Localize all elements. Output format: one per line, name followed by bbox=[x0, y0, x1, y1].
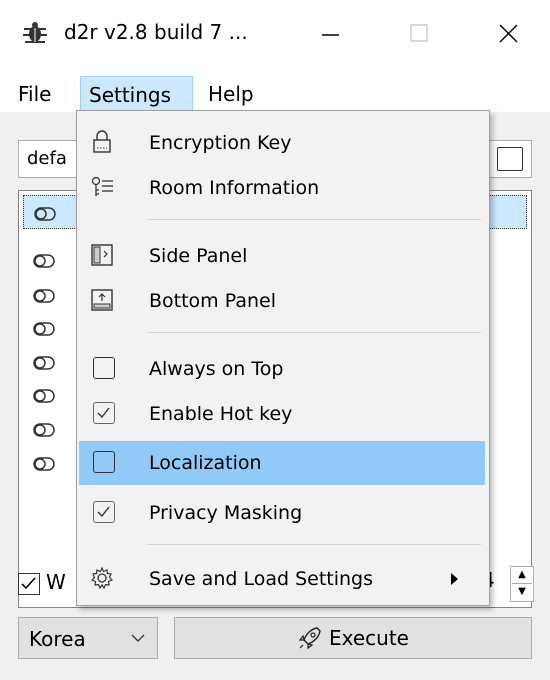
region-select[interactable]: Korea bbox=[18, 617, 158, 659]
menu-settings[interactable]: Settings bbox=[80, 76, 193, 112]
toggle-icon[interactable] bbox=[33, 457, 55, 471]
menu-separator bbox=[147, 332, 481, 333]
menu-item-save-load-settings[interactable]: Save and Load Settings bbox=[79, 557, 485, 601]
menu-item-label: Encryption Key bbox=[149, 132, 292, 154]
check-icon bbox=[93, 501, 115, 523]
maximize-button[interactable] bbox=[389, 10, 449, 56]
bottom-checkbox-label: W bbox=[46, 570, 66, 594]
menu-item-room-information[interactable]: Room Information bbox=[79, 166, 485, 210]
menu-item-always-on-top[interactable]: Always on Top bbox=[79, 347, 485, 391]
settings-dropdown: Encryption Key Room Information Side Pan… bbox=[76, 110, 490, 606]
side-panel-icon bbox=[91, 244, 113, 266]
toggle-icon[interactable] bbox=[33, 254, 55, 268]
maximize-icon bbox=[410, 24, 428, 42]
minimize-icon bbox=[322, 34, 339, 36]
profile-combo-value: defa bbox=[27, 148, 67, 169]
menu-item-enable-hot-key[interactable]: Enable Hot key bbox=[79, 392, 485, 436]
menu-item-encryption-key[interactable]: Encryption Key bbox=[79, 121, 485, 165]
menu-item-localization[interactable]: Localization bbox=[79, 441, 485, 485]
close-icon bbox=[499, 24, 518, 43]
menu-item-label: Room Information bbox=[149, 177, 320, 199]
menu-item-label: Localization bbox=[149, 452, 262, 474]
menu-bar: File Settings Help bbox=[0, 66, 550, 112]
toggle-icon[interactable] bbox=[33, 423, 55, 437]
region-select-value: Korea bbox=[29, 627, 86, 651]
room-info-icon bbox=[91, 176, 113, 196]
menu-item-label: Side Panel bbox=[149, 245, 248, 267]
toggle-icon[interactable] bbox=[33, 289, 55, 303]
menu-item-side-panel[interactable]: Side Panel bbox=[79, 234, 485, 278]
window-title: d2r v2.8 build 7 ... bbox=[64, 20, 248, 44]
menu-help[interactable]: Help bbox=[200, 76, 262, 112]
rocket-icon bbox=[298, 627, 321, 650]
spin-up-button[interactable]: ▲ bbox=[512, 567, 532, 584]
title-bar: d2r v2.8 build 7 ... bbox=[0, 0, 550, 66]
bug-icon bbox=[23, 22, 47, 43]
unchecked-box-icon bbox=[93, 357, 115, 379]
menu-item-label: Bottom Panel bbox=[149, 290, 276, 312]
check-icon bbox=[93, 402, 115, 424]
submenu-arrow-icon bbox=[451, 573, 458, 585]
gear-icon bbox=[90, 566, 114, 590]
bottom-checkbox[interactable] bbox=[18, 573, 40, 595]
toggle-icon[interactable] bbox=[34, 207, 56, 221]
menu-file[interactable]: File bbox=[10, 76, 59, 112]
unchecked-box-icon bbox=[93, 451, 115, 473]
bottom-panel-icon bbox=[91, 289, 113, 311]
menu-item-label: Save and Load Settings bbox=[149, 568, 374, 590]
checkmark-icon bbox=[21, 577, 36, 590]
execute-label: Execute bbox=[329, 626, 409, 650]
lock-icon bbox=[93, 130, 111, 153]
toggle-icon[interactable] bbox=[33, 356, 55, 370]
close-button[interactable] bbox=[479, 10, 539, 56]
menu-item-label: Privacy Masking bbox=[149, 502, 303, 524]
toggle-icon[interactable] bbox=[33, 389, 55, 403]
chevron-down-icon bbox=[131, 634, 145, 642]
menu-item-label: Enable Hot key bbox=[149, 403, 293, 425]
spin-down-button[interactable]: ▼ bbox=[512, 584, 532, 600]
minimize-button[interactable] bbox=[301, 10, 361, 56]
menu-item-label: Always on Top bbox=[149, 358, 284, 380]
profile-combo-button[interactable] bbox=[497, 147, 523, 171]
number-spinner[interactable]: ▲ ▼ bbox=[510, 566, 534, 602]
menu-item-bottom-panel[interactable]: Bottom Panel bbox=[79, 279, 485, 323]
menu-separator bbox=[147, 544, 481, 545]
toggle-icon[interactable] bbox=[33, 322, 55, 336]
menu-separator bbox=[147, 219, 481, 220]
menu-item-privacy-masking[interactable]: Privacy Masking bbox=[79, 491, 485, 535]
execute-button[interactable]: Execute bbox=[174, 617, 532, 659]
